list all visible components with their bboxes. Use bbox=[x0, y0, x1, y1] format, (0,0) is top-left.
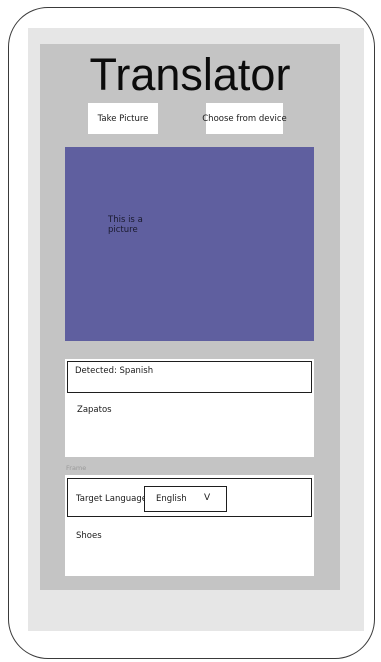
detected-language-label: Detected: Spanish bbox=[75, 366, 154, 376]
target-language-select[interactable]: English V bbox=[144, 486, 227, 512]
target-language-label: Target Language: bbox=[76, 494, 150, 504]
app-title: Translator bbox=[89, 49, 291, 100]
picture-preview: This is a picture bbox=[65, 147, 314, 341]
selected-language: English bbox=[156, 494, 187, 504]
take-picture-button[interactable]: Take Picture bbox=[88, 103, 158, 134]
picture-caption: This is a picture bbox=[108, 215, 143, 235]
choose-from-device-button[interactable]: Choose from device bbox=[202, 103, 287, 134]
translated-text: Shoes bbox=[76, 531, 102, 541]
chevron-down-icon: V bbox=[204, 493, 211, 503]
frame-label: Frame bbox=[66, 464, 87, 472]
detected-text: Zapatos bbox=[77, 405, 112, 415]
